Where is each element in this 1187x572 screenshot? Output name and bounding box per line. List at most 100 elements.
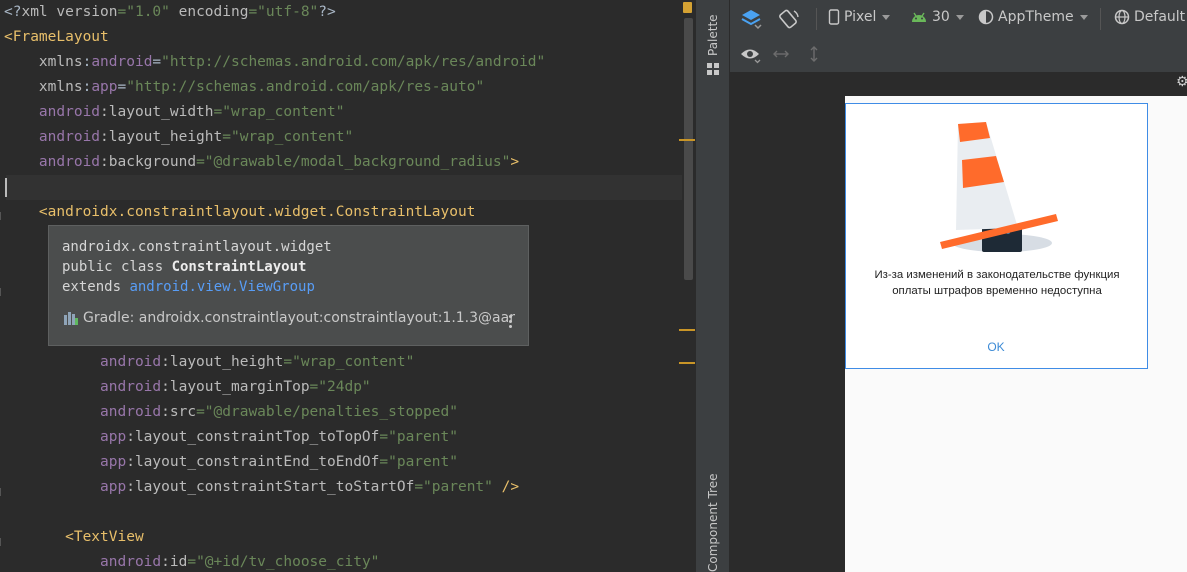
- device-label: Pixel: [844, 9, 877, 25]
- code-token: app: [4, 479, 127, 495]
- chevron-down-icon: [1079, 14, 1088, 20]
- fold-marker[interactable]: [0, 288, 7, 296]
- code-token: =: [117, 79, 127, 95]
- code-editor[interactable]: <?xml version="1.0" encoding="utf-8"?> <F…: [0, 0, 695, 572]
- doc-extends: extends android.view.ViewGroup: [62, 279, 315, 295]
- doc-extends-link[interactable]: android.view.ViewGroup: [129, 279, 314, 295]
- code-token: "http://schemas.android.com/apk/res-auto…: [126, 79, 485, 95]
- code-line[interactable]: android:src="@drawable/penalties_stopped…: [4, 400, 458, 425]
- code-token: :: [82, 79, 92, 95]
- doc-gradle-text: Gradle: androidx.constraintlayout:constr…: [83, 310, 515, 326]
- code-token: ="@+id/tv_choose_city": [187, 554, 380, 570]
- code-token: app: [4, 429, 127, 445]
- theme-label: AppTheme: [998, 9, 1074, 25]
- code-token: "http://schemas.android.com/apk/res/andr…: [161, 54, 546, 70]
- code-token: android: [4, 554, 162, 570]
- tool-window-strip: Palette Component Tree: [695, 0, 730, 572]
- warning-stripe[interactable]: [679, 139, 695, 141]
- code-token: xmlns: [4, 79, 83, 95]
- doc-extends-prefix: extends: [62, 279, 130, 295]
- code-token: :layout_constraintTop_toTopOf: [126, 429, 380, 445]
- code-token: android: [4, 154, 101, 170]
- code-token: FrameLayout: [12, 29, 109, 45]
- warning-stripe[interactable]: [679, 329, 695, 331]
- quick-doc-popup: androidx.constraintlayout.widget public …: [48, 225, 529, 346]
- code-token: android: [4, 379, 162, 395]
- code-token: android: [4, 104, 101, 120]
- api-level-label: 30: [932, 9, 950, 25]
- code-line[interactable]: android:layout_height="wrap_content": [4, 350, 414, 375]
- doc-decl-prefix: public class: [62, 259, 172, 275]
- theme-selector[interactable]: AppTheme: [978, 9, 1088, 25]
- code-token: ?>: [318, 4, 336, 20]
- code-token: <TextView: [4, 529, 144, 545]
- chevron-down-icon: [882, 14, 891, 20]
- locale-label: Default: [1134, 9, 1186, 25]
- code-token: ="24dp": [309, 379, 371, 395]
- modal-dialog-preview[interactable]: Из-за изменений в законодательстве функц…: [845, 103, 1148, 369]
- component-tree-tab[interactable]: Component Tree: [706, 474, 720, 572]
- code-token: :layout_marginTop: [161, 379, 310, 395]
- code-token: ="1.0": [117, 4, 179, 20]
- palette-tab[interactable]: Palette: [706, 14, 720, 56]
- code-line[interactable]: xmlns:app="http://schemas.android.com/ap…: [4, 75, 484, 100]
- code-line[interactable]: <androidx.constraintlayout.widget.Constr…: [4, 200, 476, 225]
- eye-icon[interactable]: [740, 46, 762, 64]
- design-toolbar: Pixel 30 AppTheme Default: [730, 0, 1187, 38]
- code-token: android: [4, 404, 162, 420]
- code-token: ="parent": [414, 479, 502, 495]
- orientation-icon[interactable]: [778, 8, 800, 30]
- code-token: xmlns: [4, 54, 83, 70]
- code-line[interactable]: app:layout_constraintTop_toTopOf="parent…: [4, 425, 458, 450]
- code-token: ="parent": [379, 429, 458, 445]
- design-surface-icon[interactable]: [740, 8, 762, 30]
- code-token: :layout_height: [100, 129, 223, 145]
- code-token: xml version: [21, 4, 118, 20]
- code-line[interactable]: android:layout_width="wrap_content": [4, 100, 345, 125]
- dialog-message: Из-за изменений в законодательстве функц…: [874, 269, 1120, 297]
- theme-icon: [978, 9, 994, 25]
- code-token: app: [91, 79, 118, 95]
- settings-icon[interactable]: ⚙: [1176, 74, 1187, 90]
- code-token: :layout_width: [100, 104, 214, 120]
- code-token: android: [4, 129, 101, 145]
- code-token: ="@drawable/modal_background_radius": [196, 154, 511, 170]
- current-line-highlight: [0, 175, 682, 200]
- toolbar-separator: [1100, 8, 1101, 30]
- code-token: ="wrap_content": [283, 354, 415, 370]
- code-line[interactable]: <TextView: [4, 525, 144, 550]
- code-line[interactable]: android:layout_marginTop="24dp": [4, 375, 371, 400]
- code-line[interactable]: android:background="@drawable/modal_back…: [4, 150, 519, 175]
- device-selector[interactable]: Pixel: [828, 9, 891, 25]
- code-token: android: [4, 354, 162, 370]
- code-token: ="wrap_content": [213, 104, 345, 120]
- code-line[interactable]: app:layout_constraintEnd_toEndOf="parent…: [4, 450, 458, 475]
- warning-indicator-icon[interactable]: [683, 2, 692, 13]
- api-level-selector[interactable]: 30: [910, 9, 964, 25]
- code-token: :background: [100, 154, 197, 170]
- code-line[interactable]: app:layout_constraintStart_toStartOf="pa…: [4, 475, 519, 500]
- code-token: :: [82, 54, 92, 70]
- chevron-down-icon: [955, 14, 964, 20]
- library-icon: [64, 312, 78, 325]
- locale-selector[interactable]: Default: [1114, 9, 1185, 25]
- horizontal-arrows-icon[interactable]: [772, 48, 790, 60]
- code-token: :layout_constraintEnd_toEndOf: [126, 454, 380, 470]
- code-token: encoding: [178, 4, 249, 20]
- code-line[interactable]: xmlns:android="http://schemas.android.co…: [4, 50, 545, 75]
- code-token: :layout_height: [161, 354, 284, 370]
- code-token: android: [91, 54, 153, 70]
- ok-button[interactable]: OK: [966, 340, 1026, 354]
- code-token: />: [501, 479, 520, 495]
- warning-stripe[interactable]: [679, 362, 695, 364]
- code-line[interactable]: <?xml version="1.0" encoding="utf-8"?>: [4, 0, 336, 25]
- code-line[interactable]: android:layout_height="wrap_content": [4, 125, 353, 150]
- vertical-arrows-icon[interactable]: [808, 45, 820, 63]
- code-line[interactable]: <FrameLayout: [4, 25, 109, 50]
- more-options-icon[interactable]: [509, 314, 513, 330]
- code-line[interactable]: android:id="@+id/tv_choose_city": [4, 550, 379, 572]
- code-token: >: [510, 154, 520, 170]
- toolbar-separator: [816, 8, 817, 30]
- editor-scrollbar-thumb[interactable]: [684, 18, 693, 280]
- palette-icon[interactable]: [706, 62, 720, 76]
